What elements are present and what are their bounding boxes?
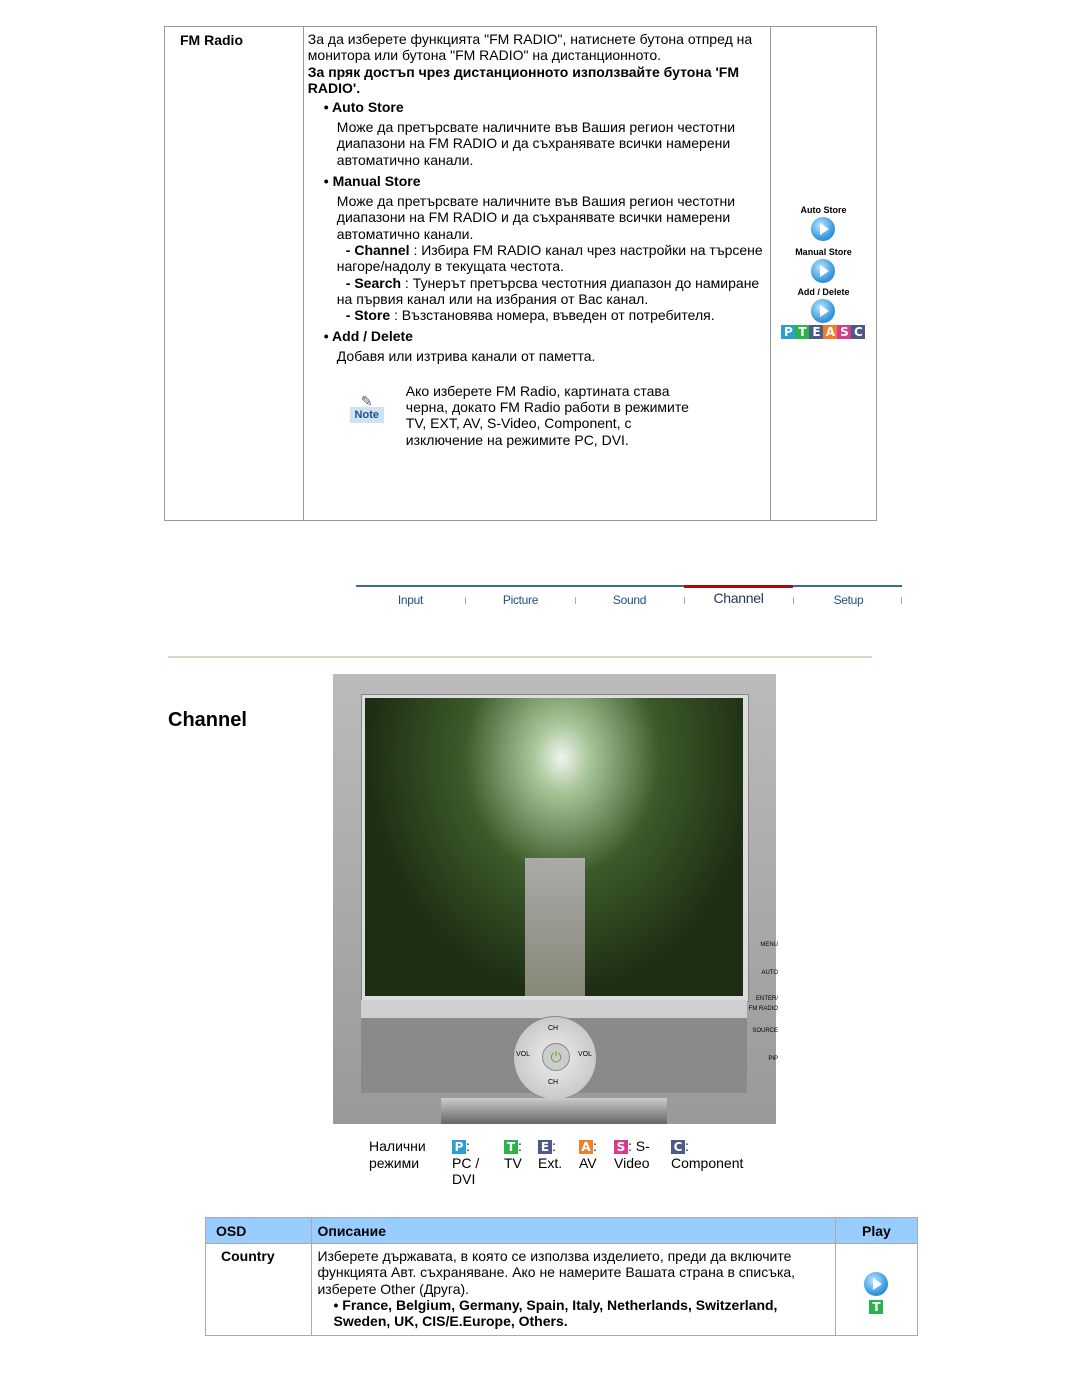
manual-store-title: • Manual Store xyxy=(323,173,421,190)
header-osd: OSD xyxy=(204,1217,313,1244)
play-manual-store-icon[interactable] xyxy=(811,259,836,283)
play-add-delete-icon[interactable] xyxy=(811,299,836,323)
divider xyxy=(168,656,872,658)
tab-picture[interactable]: Picture xyxy=(466,593,575,607)
table-row: Country Изберете държавата, в която се и… xyxy=(204,1242,919,1337)
tab-bar: Input Picture Sound Channel Setup xyxy=(356,585,902,611)
search-item: - Search : Тунерът претърсва честотния д… xyxy=(336,274,760,307)
monitor-stand xyxy=(441,1098,667,1124)
osd-table: OSD Описание Play Country Изберете държа… xyxy=(204,1217,919,1337)
intro-text: За да изберете функцията "FM RADIO", нат… xyxy=(307,31,753,64)
tab-setup[interactable]: Setup xyxy=(794,593,903,607)
direct-access-text: За пряк достъп чрез дистанционното изпол… xyxy=(307,63,739,96)
monitor-image: ⏻ CH VOL VOL CH MENU AUTO ENTER/ FM RADIO S… xyxy=(333,674,778,1124)
fm-radio-label: FM Radio xyxy=(164,26,304,521)
tab-input[interactable]: Input xyxy=(356,593,465,607)
active-tab-indicator xyxy=(684,585,793,588)
mode-t-icon: T xyxy=(869,1300,884,1314)
mode-strip: PTEASC xyxy=(775,325,872,339)
fm-radio-table: FM Radio За да изберете функцията "FM RA… xyxy=(164,26,878,521)
channel-item: - Channel : Избира FM RADIO канал чрез н… xyxy=(336,241,763,275)
header-play: Play xyxy=(834,1217,919,1244)
control-pad: ⏻ CH VOL VOL CH xyxy=(513,1016,597,1100)
tab-channel[interactable]: Channel xyxy=(684,590,793,606)
add-delete-desc: Добавя или изтрива канали от паметта. xyxy=(336,348,596,365)
store-item: - Store : Възстановява номера, въведен о… xyxy=(345,307,715,324)
manual-store-desc: Може да претърсвате наличните във Вашия … xyxy=(336,193,736,242)
note-text: Ако изберете FM Radio, картината става ч… xyxy=(405,382,689,448)
header-description: Описание xyxy=(311,1217,836,1244)
page-title: Channel xyxy=(168,709,247,731)
play-country-icon[interactable] xyxy=(864,1272,889,1296)
power-icon: ⏻ xyxy=(542,1043,570,1071)
auto-store-desc: Може да претърсвате наличните във Вашия … xyxy=(336,119,736,168)
side-panel: Auto Store Manual Store Add / Delete PTE… xyxy=(769,26,878,521)
auto-store-title: • Auto Store xyxy=(323,99,404,116)
screen-photo xyxy=(365,698,743,996)
note-block: ✎ Note Ако изберете FM Radio, картината … xyxy=(308,383,766,448)
tab-sound[interactable]: Sound xyxy=(575,593,684,607)
note-icon: ✎ Note xyxy=(308,383,406,448)
play-auto-store-icon[interactable] xyxy=(811,217,836,241)
add-delete-title: • Add / Delete xyxy=(323,328,413,345)
